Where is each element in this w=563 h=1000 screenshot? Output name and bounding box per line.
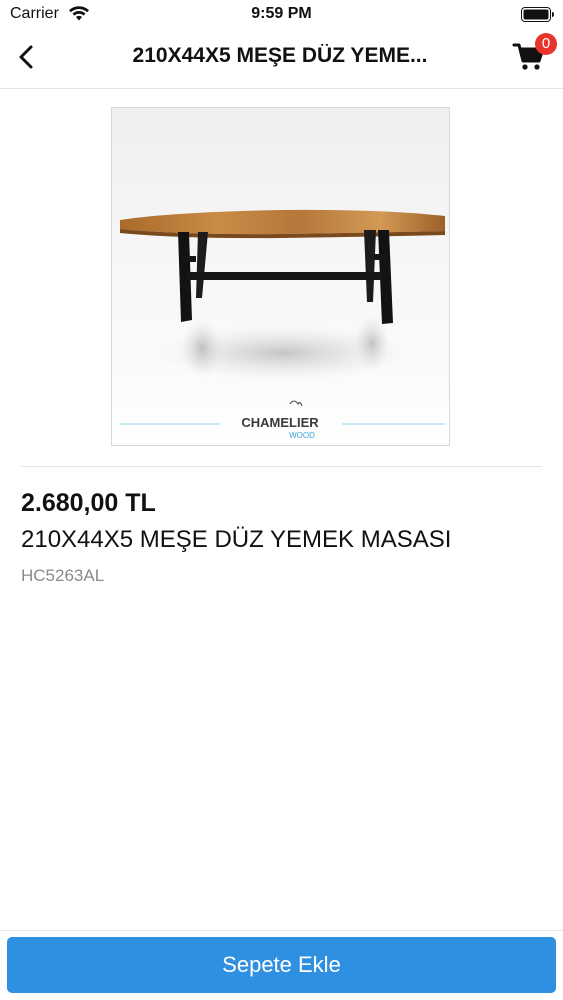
cart-count-badge[interactable]: 0 bbox=[535, 33, 557, 55]
chevron-left-icon[interactable] bbox=[12, 42, 42, 72]
battery-icon bbox=[521, 7, 554, 22]
status-time: 9:59 PM bbox=[251, 5, 312, 22]
navigation-bar: 210X44X5 MEŞE DÜZ YEME... 0 bbox=[0, 30, 563, 89]
product-detail-screen: Carrier 9:59 PM 210X44X5 MEŞE DÜZ YEME..… bbox=[0, 0, 563, 1000]
product-code: HC5263AL bbox=[21, 566, 105, 585]
divider bbox=[21, 466, 542, 467]
dining-table-image: CHAMELIER WOOD bbox=[120, 209, 445, 440]
product-image[interactable]: CHAMELIER WOOD bbox=[111, 107, 450, 446]
product-name: 210X44X5 MEŞE DÜZ YEMEK MASASI bbox=[21, 526, 452, 553]
brand-logo-text: CHAMELIER bbox=[241, 415, 319, 430]
brand-logo-subtext: WOOD bbox=[289, 431, 315, 440]
product-price: 2.680,00 TL bbox=[21, 489, 156, 517]
page-title: 210X44X5 MEŞE DÜZ YEME... bbox=[132, 44, 428, 67]
add-to-cart-button[interactable]: Sepete Ekle bbox=[7, 937, 556, 993]
status-bar: Carrier 9:59 PM bbox=[0, 0, 563, 30]
